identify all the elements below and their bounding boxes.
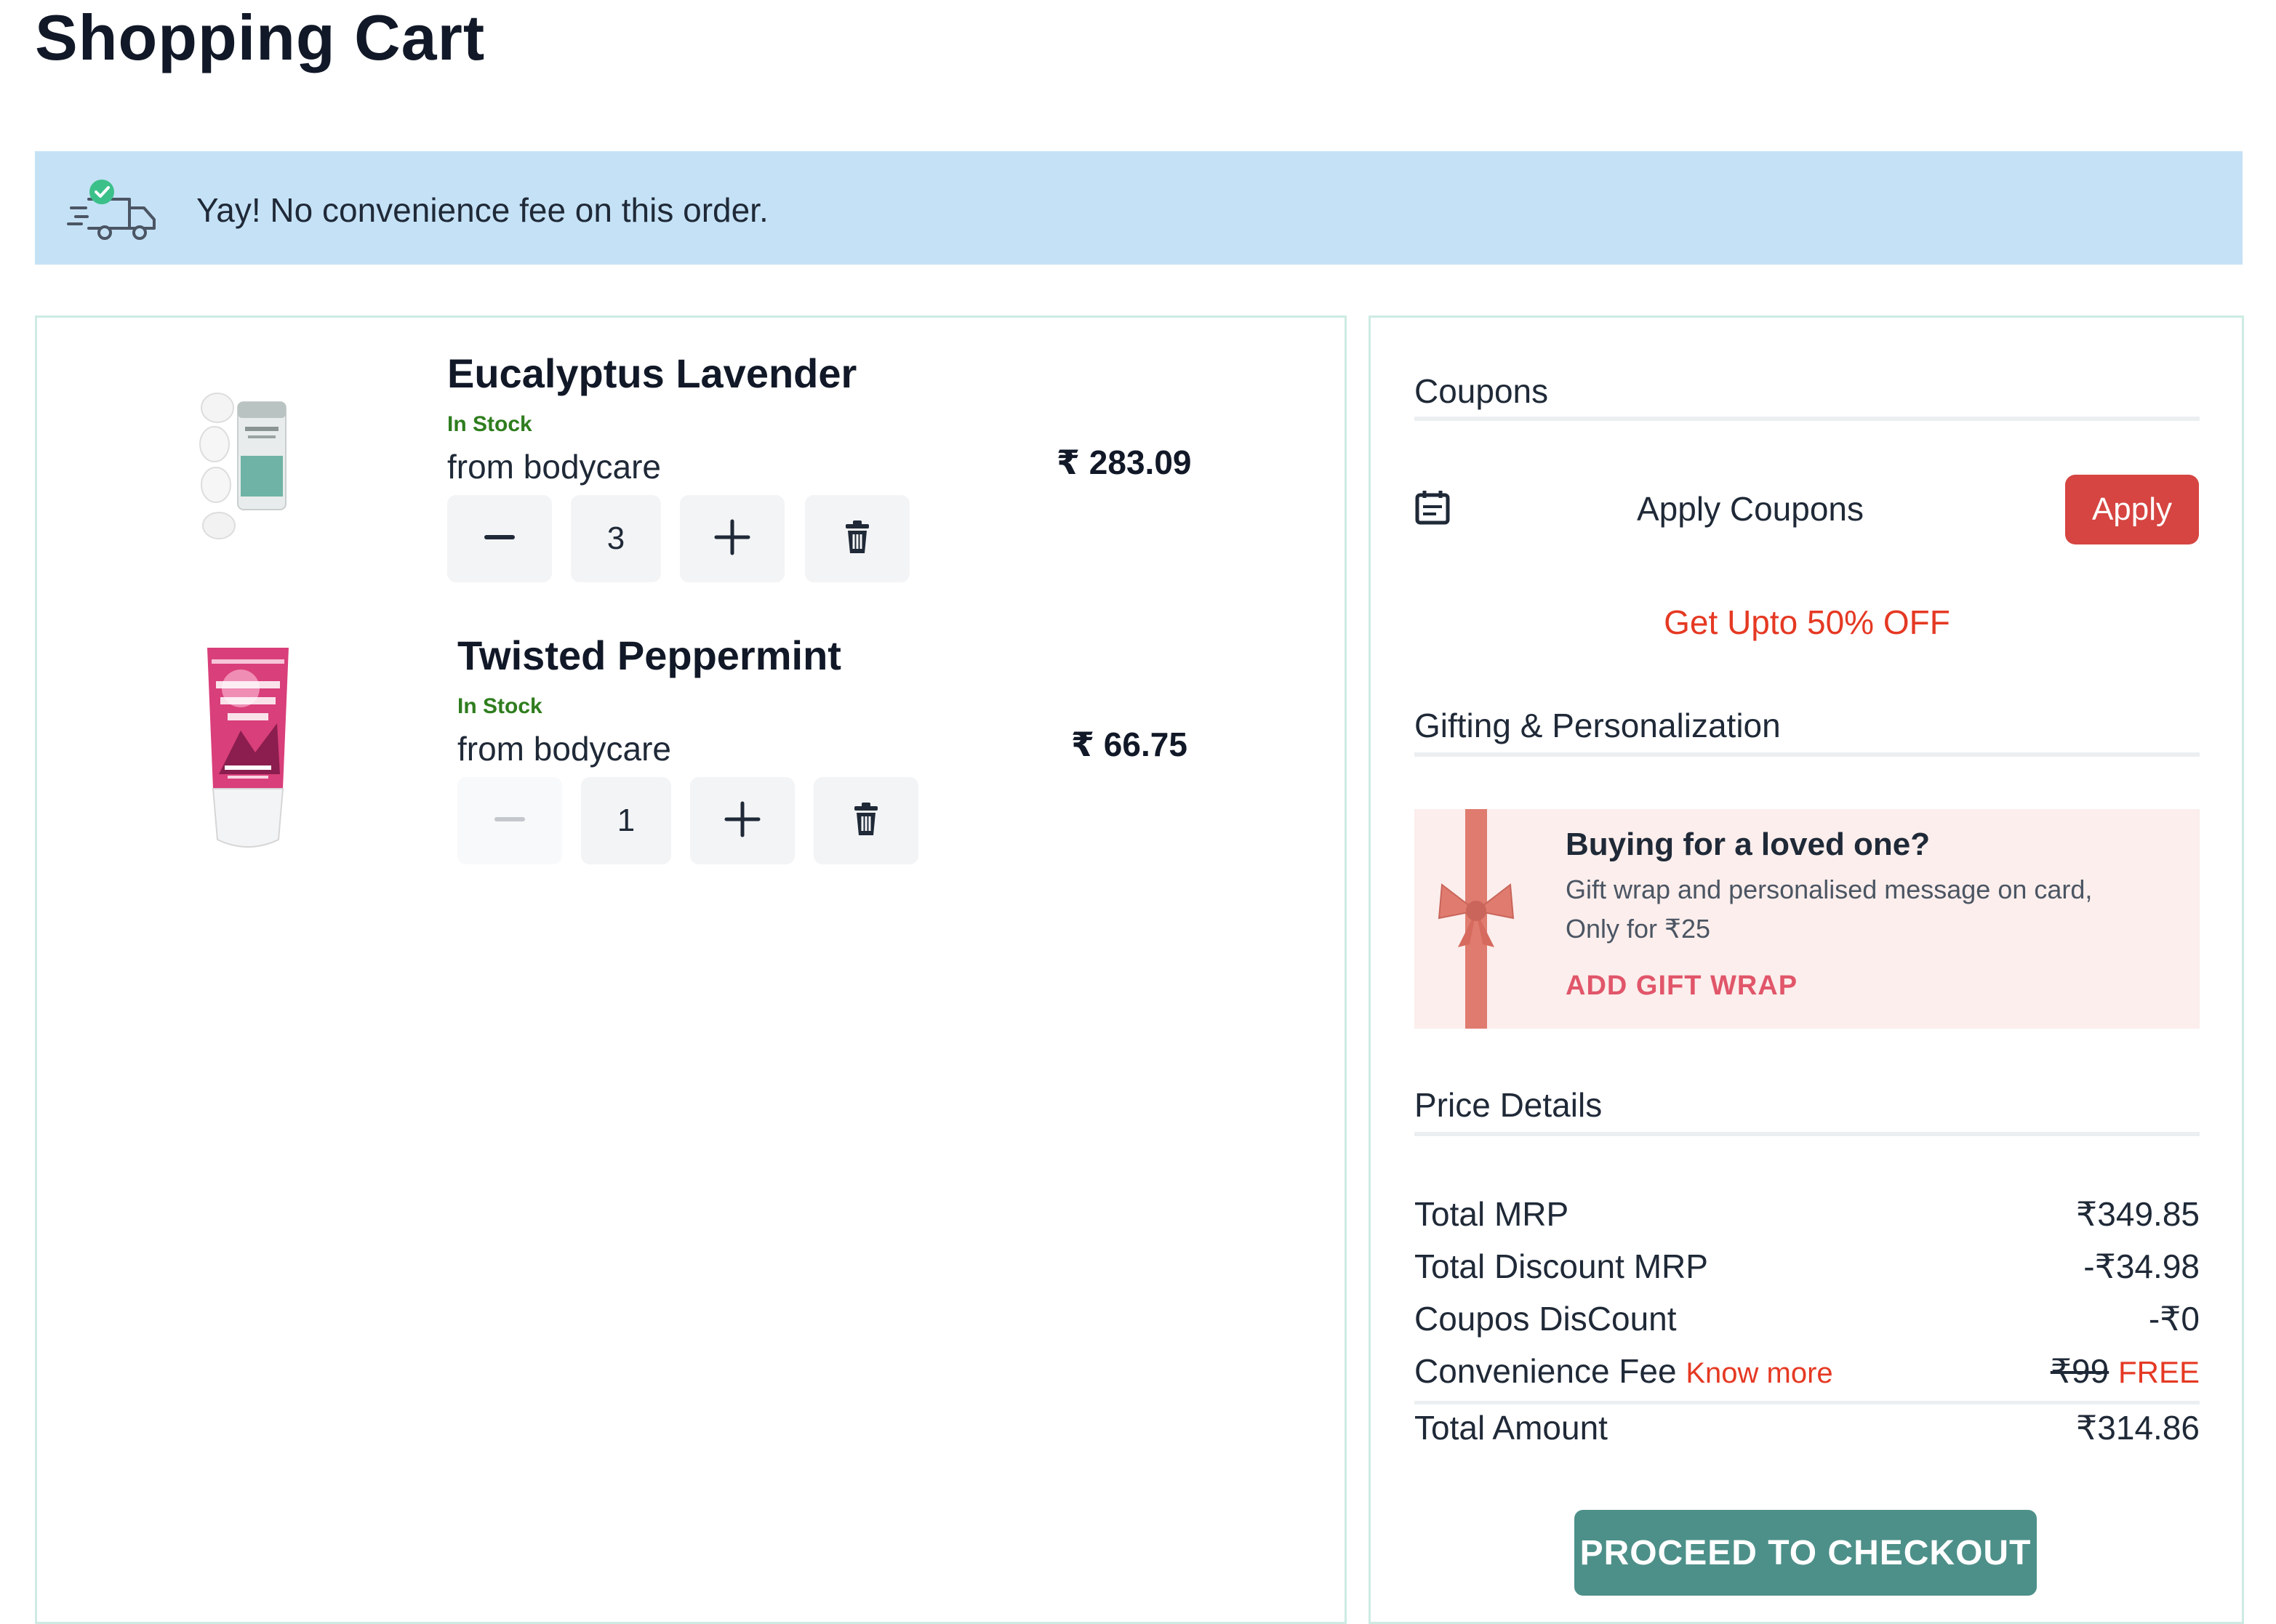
decrease-quantity-button[interactable] bbox=[457, 777, 562, 864]
product-name[interactable]: Eucalyptus Lavender bbox=[447, 350, 857, 397]
convenience-fee-row: Convenience Fee Know more bbox=[1414, 1351, 1833, 1391]
fee-original-price: ₹99 bbox=[2050, 1352, 2109, 1390]
minus-icon bbox=[484, 521, 516, 557]
price-details-title: Price Details bbox=[1414, 1086, 1603, 1124]
total-amount-value: ₹314.86 bbox=[2076, 1409, 2200, 1447]
know-more-link[interactable]: Know more bbox=[1686, 1357, 1832, 1389]
total-mrp-value: ₹349.85 bbox=[2076, 1195, 2200, 1233]
gift-description-line-1: Gift wrap and personalised message on ca… bbox=[1566, 875, 2093, 904]
add-gift-wrap-link[interactable]: ADD GIFT WRAP bbox=[1566, 970, 1798, 1002]
total-divider bbox=[1414, 1401, 2200, 1404]
coupon-offer-text: Get Upto 50% OFF bbox=[1664, 603, 1950, 641]
quantity-number: 3 bbox=[606, 520, 625, 556]
page-title: Shopping Cart bbox=[35, 1, 486, 73]
product-source: from bodycare bbox=[457, 730, 672, 768]
coupon-discount-value: -₹0 bbox=[2148, 1300, 2200, 1338]
decrease-quantity-button[interactable] bbox=[447, 495, 552, 582]
coupons-divider bbox=[1414, 417, 2200, 421]
product-name[interactable]: Twisted Peppermint bbox=[457, 632, 841, 679]
body-cream-tube-product-image bbox=[190, 643, 306, 861]
trash-icon bbox=[852, 802, 881, 840]
apply-coupon-button[interactable]: Apply bbox=[2065, 475, 2199, 544]
remove-item-button[interactable] bbox=[805, 495, 910, 582]
plus-icon bbox=[724, 800, 761, 842]
fee-free-label: FREE bbox=[2117, 1355, 2200, 1389]
cart-item: Twisted Peppermint In Stock from bodycar… bbox=[37, 600, 1345, 876]
apply-coupons-label: Apply Coupons bbox=[1637, 490, 1864, 528]
order-summary-panel: Coupons Apply Coupons Apply Get Upto 50%… bbox=[1369, 315, 2244, 1624]
product-price: ₹ 283.09 bbox=[1057, 443, 1192, 481]
total-discount-label: Total Discount MRP bbox=[1414, 1247, 1708, 1285]
total-mrp-label: Total MRP bbox=[1414, 1195, 1569, 1233]
increase-quantity-button[interactable] bbox=[680, 495, 785, 582]
gift-heading: Buying for a loved one? bbox=[1566, 827, 1931, 862]
stock-status: In Stock bbox=[447, 412, 532, 436]
bath-fizzies-product-image bbox=[190, 376, 306, 594]
no-fee-banner: Yay! No convenience fee on this order. bbox=[35, 151, 2243, 265]
plus-icon bbox=[713, 518, 751, 560]
product-source: from bodycare bbox=[447, 448, 662, 486]
convenience-fee-label: Convenience Fee bbox=[1414, 1352, 1677, 1390]
total-amount-label: Total Amount bbox=[1414, 1409, 1608, 1447]
increase-quantity-button[interactable] bbox=[690, 777, 795, 864]
cart-item: Eucalyptus Lavender In Stock from bodyca… bbox=[37, 318, 1345, 594]
delivery-truck-check-icon bbox=[67, 179, 160, 248]
convenience-fee-value: ₹99 FREE bbox=[1909, 1351, 2200, 1391]
coupon-discount-label: Coupos DisCount bbox=[1414, 1300, 1677, 1338]
quantity-number: 1 bbox=[617, 803, 636, 838]
banner-text: Yay! No convenience fee on this order. bbox=[196, 191, 769, 229]
gift-ribbon-icon bbox=[1429, 809, 1523, 1029]
coupons-title: Coupons bbox=[1414, 372, 1549, 410]
gift-description-line-2: Only for ₹25 bbox=[1566, 914, 1710, 944]
cart-items-panel: Eucalyptus Lavender In Stock from bodyca… bbox=[35, 315, 1347, 1624]
gifting-title: Gifting & Personalization bbox=[1414, 707, 1781, 744]
proceed-to-checkout-button[interactable]: PROCEED TO CHECKOUT bbox=[1574, 1510, 2037, 1596]
remove-item-button[interactable] bbox=[814, 777, 918, 864]
price-details-divider bbox=[1414, 1132, 2200, 1136]
minus-icon bbox=[494, 803, 526, 839]
stock-status: In Stock bbox=[457, 694, 542, 718]
product-price: ₹ 66.75 bbox=[1071, 725, 1187, 763]
coupon-calendar-icon bbox=[1414, 489, 1451, 529]
quantity-value: 1 bbox=[581, 777, 671, 864]
total-discount-value: -₹34.98 bbox=[2083, 1247, 2200, 1285]
gifting-divider bbox=[1414, 752, 2200, 757]
gift-wrap-card: Buying for a loved one? Gift wrap and pe… bbox=[1414, 809, 2200, 1029]
quantity-value: 3 bbox=[571, 495, 661, 582]
trash-icon bbox=[843, 520, 872, 558]
